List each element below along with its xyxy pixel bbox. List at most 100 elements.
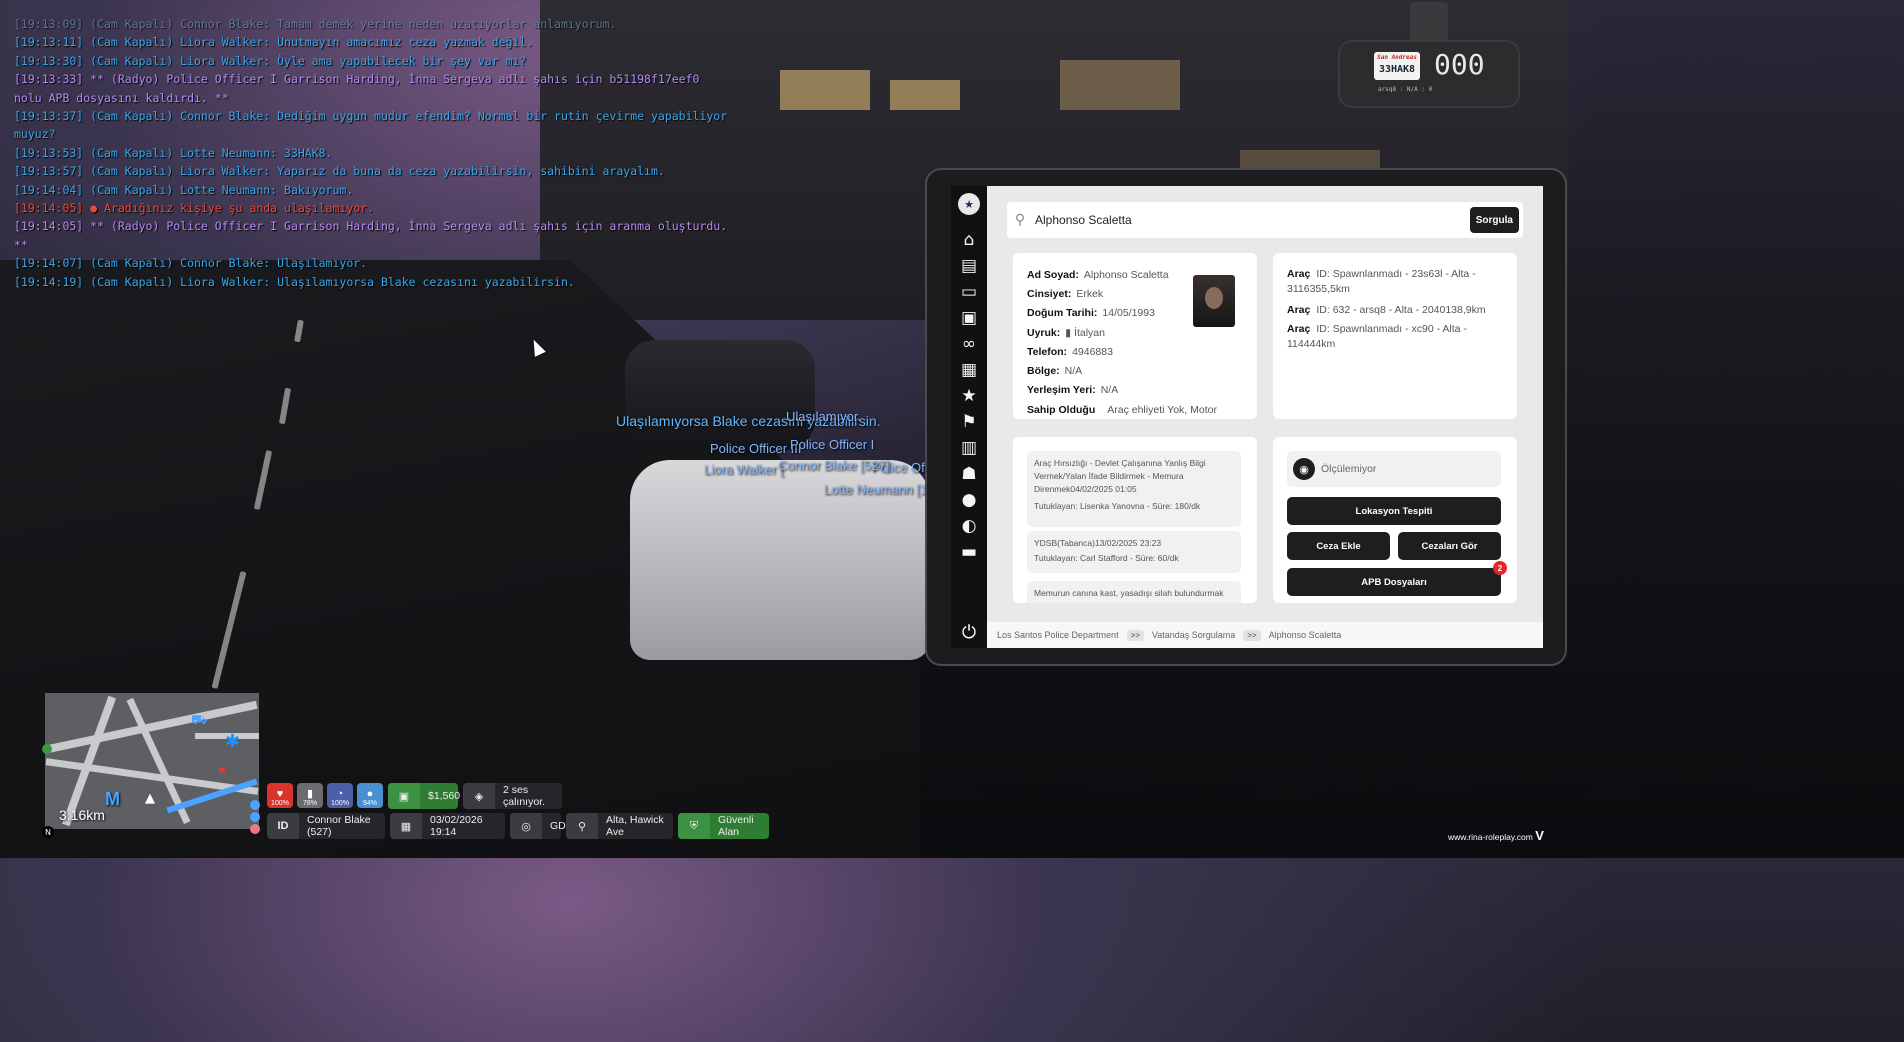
waypoint-distance: 3.16km	[59, 807, 105, 823]
location-label: Ölçülemiyor	[1321, 463, 1377, 475]
query-button[interactable]: Sorgula	[1469, 207, 1519, 233]
mdt-screen: ⚲ Sorgula Ad Soyad:Alphonso Scaletta Cin…	[987, 186, 1543, 648]
dashcam-subtext: arsq8 : N/A : 0	[1378, 86, 1433, 93]
vehicle-row[interactable]: Araç ID: Spawnlanmadı - 23s63l - Alta - 3…	[1287, 267, 1501, 297]
breadcrumb-item[interactable]: Alphonso Scaletta	[1269, 630, 1342, 640]
breadcrumb-item[interactable]: Los Santos Police Department	[997, 630, 1119, 640]
player-id: ID Connor Blake (527)	[267, 813, 385, 839]
food-icon: ◔	[336, 788, 344, 800]
locate-button[interactable]: Lokasyon Tespiti	[1287, 497, 1501, 525]
group-icon[interactable]: ☗	[951, 461, 987, 487]
cash-display: ▣ $1,560	[388, 783, 460, 809]
view-fines-button[interactable]: Cezaları Gör	[1398, 532, 1501, 560]
apb-files-button[interactable]: APB Dosyaları 2	[1287, 561, 1507, 596]
info-row-region: Bölge: N/A	[1027, 365, 1083, 377]
chat-line: [19:13:30] (Cam Kapalı) Liora Walker: Öy…	[14, 53, 527, 68]
thirst-indicator: ● 94%	[357, 783, 383, 808]
lock-icon[interactable]: ▣	[951, 305, 987, 331]
chat-line: [19:14:07] (Cam Kapalı) Connor Blake: Ul…	[14, 256, 368, 271]
actions-card: ◉ Ölçülemiyor Lokasyon Tespiti Ceza Ekle…	[1273, 437, 1517, 603]
overhead-rank: Police Officer III	[710, 441, 802, 456]
datetime-display: ▦ 03/02/2026 19:14	[390, 813, 505, 839]
water-drop-icon: ●	[366, 788, 374, 800]
info-row-license: Sahip Olduğu Araç ehliyeti Yok, Motor	[1027, 404, 1217, 416]
apb-count-badge: 2	[1493, 561, 1507, 575]
breadcrumb-item[interactable]: Vatandaş Sorgulama	[1152, 630, 1235, 640]
chat-line: [19:14:05] ● Aradığınız kişiye şu anda u…	[14, 201, 375, 216]
health-indicator: ♥ 100%	[267, 783, 293, 808]
hunger-indicator: ◔ 100%	[327, 783, 353, 808]
crime-title: Memurun canına kast, yasadışı silah bulu…	[1034, 588, 1224, 598]
vehicle-row[interactable]: Araç ID: 632 - arsq8 - Alta - 2040138,9km	[1287, 303, 1501, 318]
armor-indicator: ▮ 78%	[297, 783, 323, 808]
home-icon[interactable]: ⌂	[951, 227, 987, 253]
chat-line: [19:13:11] (Cam Kapalı) Liora Walker: Un…	[14, 35, 534, 50]
status-dot	[250, 824, 260, 834]
chat-line: [19:13:37] (Cam Kapalı) Connor Blake: De…	[14, 109, 735, 142]
breadcrumb: Los Santos Police Department >> Vatandaş…	[987, 622, 1543, 648]
chat-line: [19:13:09] (Cam Kapalı) Connor Blake: Ta…	[14, 17, 617, 31]
safe-zone-badge: ⛨ Güvenli Alan	[678, 813, 769, 839]
folder-icon[interactable]: ▭	[951, 279, 987, 305]
chat-line: [19:14:04] (Cam Kapalı) Lotte Neumann: B…	[14, 182, 354, 197]
heart-icon: ♥	[276, 788, 284, 800]
overhead-name: Connor Blake [527]	[778, 458, 890, 473]
document-icon[interactable]: ▤	[951, 253, 987, 279]
info-row-phone: Telefon: 4946883	[1027, 346, 1113, 358]
crime-title: Araç Hırsızlığı - Devlet Çalışanına Yanl…	[1034, 458, 1206, 494]
info-row-gender: Cinsiyet: Erkek	[1027, 288, 1104, 300]
location-pin-icon: ⚲	[566, 813, 598, 839]
star-icon[interactable]: ★	[951, 383, 987, 409]
power-icon[interactable]: ⏻	[951, 622, 987, 646]
compass-direction: ◎ GD	[510, 813, 566, 839]
overhead-speech: Ulaşılamıyor.	[786, 409, 862, 424]
flag-icon[interactable]: ⚑	[951, 409, 987, 435]
crime-title: YDSB(Tabanca)13/02/2025 23:23	[1034, 538, 1162, 548]
search-bar: ⚲ Sorgula	[1007, 202, 1523, 238]
speedometer-icon[interactable]: ◐	[951, 513, 987, 539]
police-seal-icon: ★	[958, 193, 980, 215]
location-status: ◉ Ölçülemiyor	[1287, 451, 1501, 487]
chat-line: [19:13:33] ** (Radyo) Police Officer I G…	[14, 72, 707, 105]
minimap: ⛟ ✱ ⚑ ▲ M 3.16km	[45, 693, 259, 829]
info-row-dob: Doğum Tarihi: 14/05/1993	[1027, 307, 1155, 319]
dark-car	[625, 340, 815, 450]
mission-marker: M	[105, 789, 120, 809]
compass-icon: ◎	[510, 813, 542, 839]
briefcase-icon[interactable]: ▦	[951, 357, 987, 383]
info-row-nationality: Uyruk: ▮ İtalyan	[1027, 327, 1105, 339]
archive-icon[interactable]: ▬	[951, 539, 987, 565]
calendar-icon: ▦	[390, 813, 422, 839]
clipboard-icon[interactable]: ▥	[951, 435, 987, 461]
crime-record[interactable]: Araç Hırsızlığı - Devlet Çalışanına Yanl…	[1027, 451, 1241, 527]
search-input[interactable]	[1033, 212, 1470, 228]
wallet-icon: ▣	[388, 783, 420, 809]
user-icon[interactable]: ●	[951, 487, 987, 513]
voice-status: ◈ 2 ses çalınıyor.	[463, 783, 562, 809]
speed-readout: 000	[1434, 48, 1485, 81]
breadcrumb-separator: >>	[1243, 629, 1261, 641]
chat-line: [19:14:05] ** (Radyo) Police Officer I G…	[14, 219, 735, 252]
add-fine-button[interactable]: Ceza Ekle	[1287, 532, 1390, 560]
crime-record[interactable]: YDSB(Tabanca)13/02/2025 23:23 Tutuklayan…	[1027, 531, 1241, 573]
mdt-sidebar: ★ ⌂ ▤ ▭ ▣ ∞ ▦ ★ ⚑ ▥ ☗ ● ◐ ▬	[951, 186, 987, 648]
status-dot	[250, 800, 260, 810]
armor-icon: ▮	[306, 788, 314, 800]
license-plate: San Andreas 33HAK8	[1374, 52, 1420, 80]
vehicles-card: Araç ID: Spawnlanmadı - 23s63l - Alta - 3…	[1273, 253, 1517, 419]
speaker-icon: ◈	[463, 783, 495, 809]
info-row-name: Ad Soyad: Alphonso Scaletta	[1027, 269, 1169, 281]
binoculars-icon[interactable]: ∞	[951, 331, 987, 357]
overhead-name: Lotte Neumann [123	[824, 482, 942, 497]
hospital-icon: ✱	[225, 731, 241, 752]
server-watermark: www.rina-roleplay.com V	[1448, 828, 1544, 843]
plate-state: San Andreas	[1377, 54, 1417, 61]
dashcam: San Andreas 33HAK8 000 arsq8 : N/A : 0	[1338, 2, 1520, 108]
status-dot	[42, 744, 52, 754]
overhead-name: Liora Walker [	[704, 462, 784, 477]
police-station-icon: ⛟	[191, 713, 208, 728]
chat-line: [19:13:57] (Cam Kapalı) Liora Walker: Ya…	[14, 164, 665, 179]
north-indicator: N	[42, 826, 54, 838]
vehicle-row[interactable]: Araç ID: Spawnlanmadı - xc90 - Alta - 114…	[1287, 322, 1501, 352]
crime-record[interactable]: Memurun canına kast, yasadışı silah bulu…	[1027, 581, 1241, 603]
